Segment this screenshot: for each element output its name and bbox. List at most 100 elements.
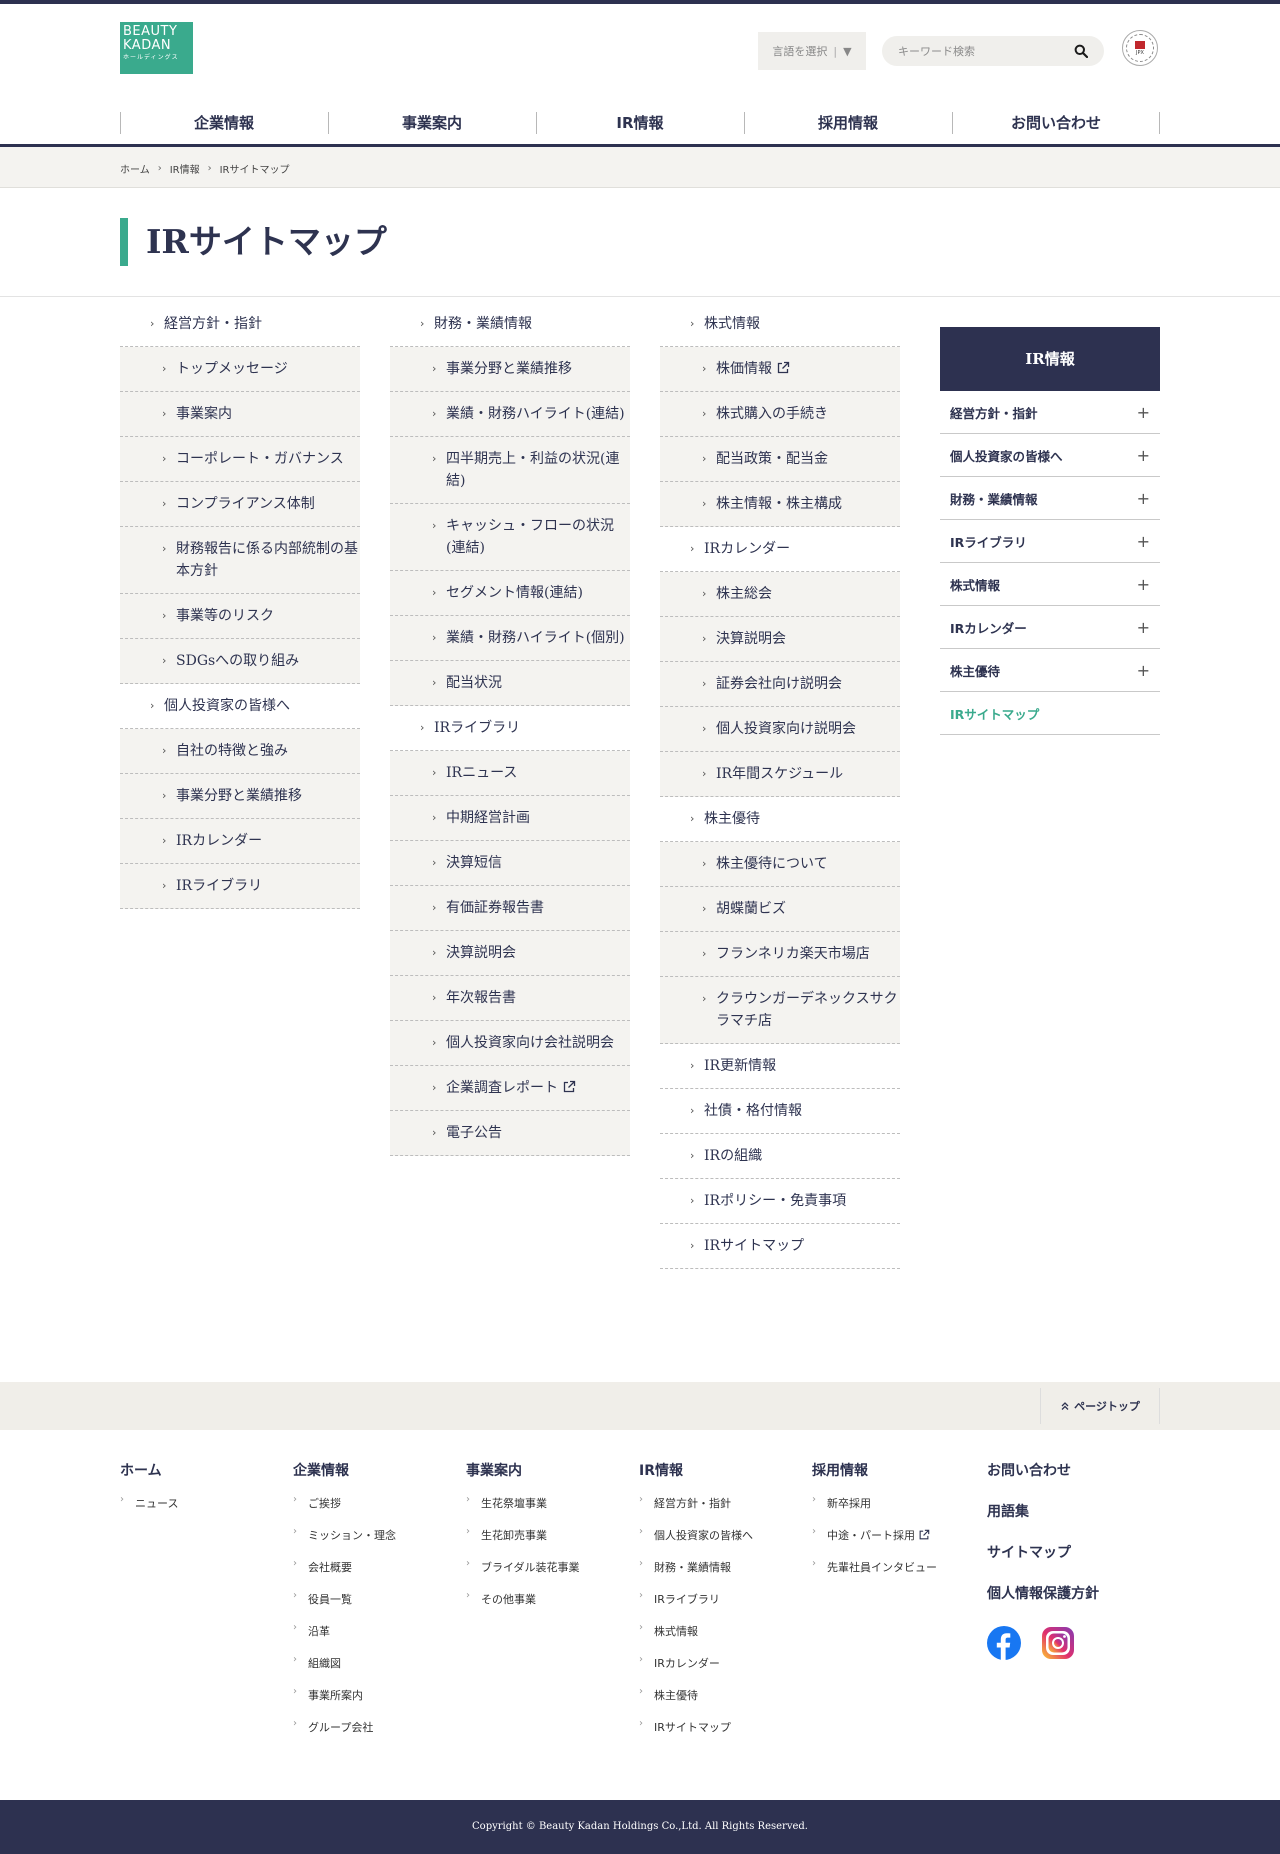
sitemap-link[interactable]: › キャッシュ・フローの状況(連結) [390,504,630,571]
sitemap-link[interactable]: › 自社の特徴と強み [120,729,360,774]
sitemap-section-link[interactable]: › 株式情報 [660,302,900,347]
footer-link[interactable]: › 組織図 [293,1654,396,1689]
sidebar-item[interactable]: 財務・業績情報 + [940,477,1160,520]
plus-icon[interactable]: + [1137,532,1150,551]
sitemap-link[interactable]: › トップメッセージ [120,347,360,392]
sitemap-link[interactable]: › 証券会社向け説明会 [660,662,900,707]
footer-link[interactable]: › 先輩社員インタビュー [812,1558,937,1593]
footer-link[interactable]: › ブライダル装花事業 [466,1558,580,1593]
sidebar-title[interactable]: IR情報 [940,327,1160,391]
footer-link[interactable]: › 中途・パート採用 [812,1526,937,1561]
company-logo[interactable]: BEAUTY KADAN ホールディングス [120,22,193,74]
footer-link[interactable]: › 事業所案内 [293,1686,396,1721]
sitemap-section-link[interactable]: › IRポリシー・免責事項 [660,1179,900,1224]
breadcrumb-item[interactable]: ホーム [120,161,150,176]
sitemap-link[interactable]: › IR年間スケジュール [660,752,900,797]
sitemap-link[interactable]: › 業績・財務ハイライト(個別) [390,616,630,661]
sitemap-link[interactable]: › 株式購入の手続き [660,392,900,437]
footer-link[interactable]: › 役員一覧 [293,1590,396,1625]
sitemap-link[interactable]: › 四半期売上・利益の状況(連結) [390,437,630,504]
footer-link[interactable]: › 株主優待 [639,1686,753,1721]
sitemap-link[interactable]: › 企業調査レポート [390,1066,630,1111]
sidebar-item[interactable]: 株式情報 + [940,563,1160,606]
footer-side-link[interactable]: サイトマップ [987,1544,1099,1562]
sidebar-item[interactable]: IRライブラリ + [940,520,1160,563]
footer-side-link[interactable]: お問い合わせ [987,1462,1099,1480]
sitemap-link[interactable]: › フランネリカ楽天市場店 [660,932,900,977]
plus-icon[interactable]: + [1137,575,1150,594]
sidebar-item[interactable]: 個人投資家の皆様へ + [940,434,1160,477]
sitemap-link[interactable]: › セグメント情報(連結) [390,571,630,616]
sitemap-link[interactable]: › IRライブラリ [120,864,360,909]
page-top-button[interactable]: ページトップ [1040,1388,1160,1424]
sitemap-link[interactable]: › 胡蝶蘭ビズ [660,887,900,932]
language-selector[interactable]: 言語を選択 | ▼ [758,32,866,70]
sitemap-link[interactable]: › 個人投資家向け説明会 [660,707,900,752]
footer-link[interactable]: › ミッション・理念 [293,1526,396,1561]
sitemap-link[interactable]: › SDGsへの取り組み [120,639,360,684]
sitemap-link[interactable]: › IRカレンダー [120,819,360,864]
footer-link[interactable]: › 株式情報 [639,1622,753,1657]
search-icon[interactable] [1074,44,1088,58]
plus-icon[interactable]: + [1137,489,1150,508]
sitemap-link[interactable]: › コーポレート・ガバナンス [120,437,360,482]
sitemap-link[interactable]: › コンプライアンス体制 [120,482,360,527]
footer-link[interactable]: › 財務・業績情報 [639,1558,753,1593]
plus-icon[interactable]: + [1137,618,1150,637]
sitemap-link[interactable]: › 年次報告書 [390,976,630,1021]
sitemap-link[interactable]: › 事業分野と業績推移 [120,774,360,819]
sitemap-section-link[interactable]: › IRの組織 [660,1134,900,1179]
sitemap-link[interactable]: › 決算説明会 [660,617,900,662]
sitemap-link[interactable]: › 株価情報 [660,347,900,392]
facebook-icon[interactable] [987,1626,1021,1660]
sitemap-link[interactable]: › 個人投資家向け会社説明会 [390,1021,630,1066]
sitemap-section-link[interactable]: › 経営方針・指針 [120,302,360,347]
sitemap-section-link[interactable]: › 個人投資家の皆様へ [120,684,360,729]
sitemap-link[interactable]: › 事業分野と業績推移 [390,347,630,392]
sitemap-section-link[interactable]: › IRライブラリ [390,706,630,751]
sitemap-section-link[interactable]: › IRサイトマップ [660,1224,900,1269]
sitemap-link[interactable]: › 株主優待について [660,842,900,887]
sitemap-link[interactable]: › 中期経営計画 [390,796,630,841]
sitemap-section-link[interactable]: › IR更新情報 [660,1044,900,1089]
sitemap-link[interactable]: › 配当状況 [390,661,630,706]
sitemap-link[interactable]: › 事業案内 [120,392,360,437]
footer-side-link[interactable]: 個人情報保護方針 [987,1585,1099,1603]
sidebar-item[interactable]: 株主優待 + [940,649,1160,692]
jpx-certification-badge[interactable]: JPX [1122,30,1158,66]
sitemap-link[interactable]: › クラウンガーデネックスサクラマチ店 [660,977,900,1044]
footer-heading[interactable]: IR情報 [639,1462,753,1480]
footer-heading[interactable]: 事業案内 [466,1462,580,1480]
footer-link[interactable]: › IRライブラリ [639,1590,753,1625]
footer-link[interactable]: › 生花卸売事業 [466,1526,580,1561]
footer-link[interactable]: › IRサイトマップ [639,1718,753,1753]
sitemap-link[interactable]: › 業績・財務ハイライト(連結) [390,392,630,437]
footer-link[interactable]: › 会社概要 [293,1558,396,1593]
sitemap-link[interactable]: › 株主情報・株主構成 [660,482,900,527]
footer-link[interactable]: › 生花祭壇事業 [466,1494,580,1529]
footer-link[interactable]: › その他事業 [466,1590,580,1625]
sitemap-link[interactable]: › 事業等のリスク [120,594,360,639]
footer-link[interactable]: › 経営方針・指針 [639,1494,753,1529]
plus-icon[interactable]: + [1137,403,1150,422]
sitemap-section-link[interactable]: › 財務・業績情報 [390,302,630,347]
sitemap-link[interactable]: › 電子公告 [390,1111,630,1156]
footer-heading[interactable]: 採用情報 [812,1462,937,1480]
plus-icon[interactable]: + [1137,446,1150,465]
footer-heading[interactable]: ホーム [120,1462,178,1480]
sitemap-section-link[interactable]: › IRカレンダー [660,527,900,572]
sitemap-link[interactable]: › 株主総会 [660,572,900,617]
footer-link[interactable]: › 個人投資家の皆様へ [639,1526,753,1561]
sitemap-link[interactable]: › IRニュース [390,751,630,796]
footer-link[interactable]: › 沿革 [293,1622,396,1657]
sidebar-item[interactable]: 経営方針・指針 + [940,391,1160,434]
sitemap-section-link[interactable]: › 社債・格付情報 [660,1089,900,1134]
sitemap-link[interactable]: › 配当政策・配当金 [660,437,900,482]
footer-link[interactable]: › 新卒採用 [812,1494,937,1529]
plus-icon[interactable]: + [1137,661,1150,680]
sitemap-section-link[interactable]: › 株主優待 [660,797,900,842]
sitemap-link[interactable]: › 財務報告に係る内部統制の基本方針 [120,527,360,594]
instagram-icon[interactable] [1041,1626,1075,1660]
sidebar-item[interactable]: IRカレンダー + [940,606,1160,649]
sitemap-link[interactable]: › 有価証券報告書 [390,886,630,931]
